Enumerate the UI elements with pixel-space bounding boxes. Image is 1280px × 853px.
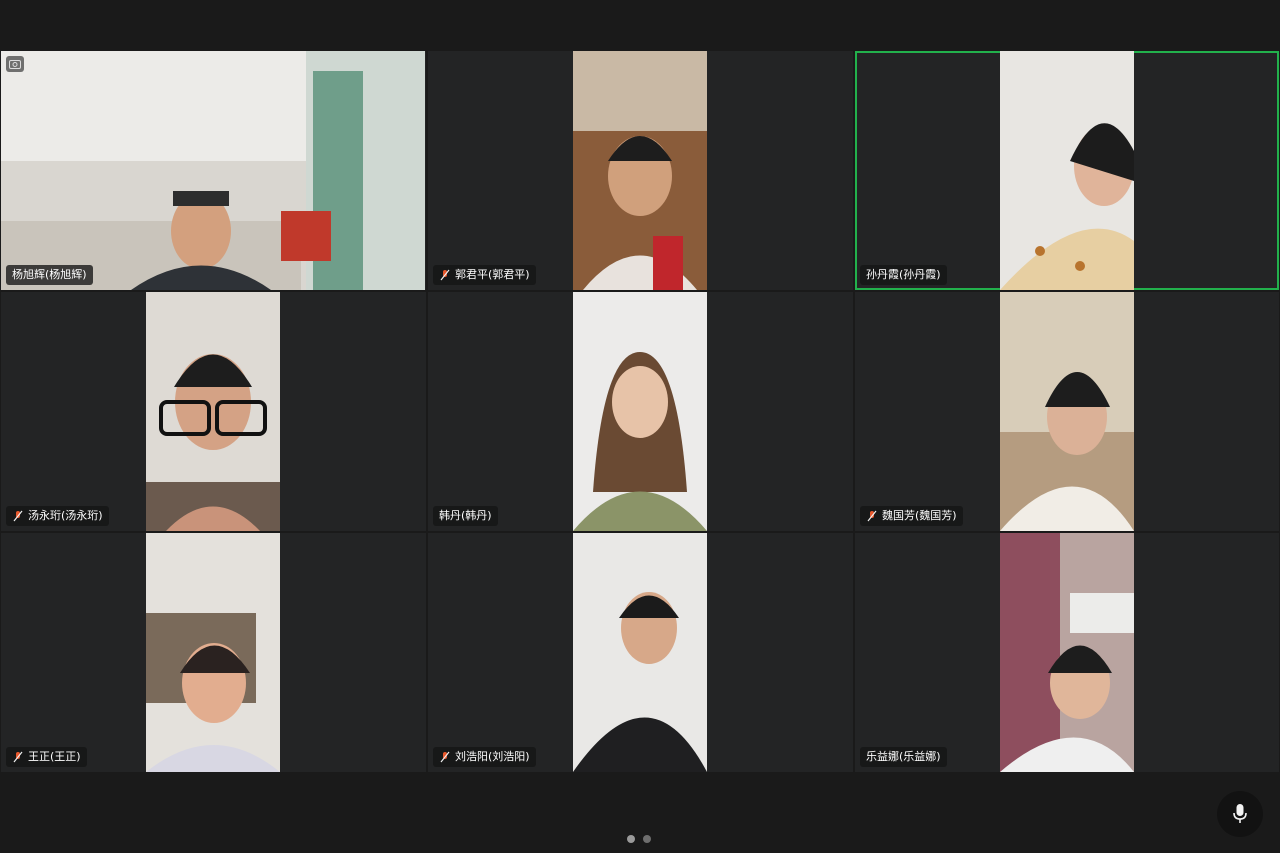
participant-tile[interactable]: 刘浩阳(刘浩阳) bbox=[428, 533, 853, 772]
participant-name-tag: 孙丹霞(孙丹霞) bbox=[860, 265, 947, 285]
video-feed bbox=[1000, 533, 1134, 772]
video-feed bbox=[146, 533, 280, 772]
person-feed bbox=[1000, 292, 1134, 531]
participant-name: 杨旭辉(杨旭辉) bbox=[12, 268, 87, 281]
video-feed bbox=[573, 292, 707, 531]
participant-tile[interactable]: 王正(王正) bbox=[1, 533, 426, 772]
video-feed bbox=[146, 292, 280, 531]
participant-tile-active-speaker[interactable]: 孙丹霞(孙丹霞) bbox=[855, 51, 1279, 290]
video-feed bbox=[573, 51, 707, 290]
participant-tile[interactable]: 汤永珩(汤永珩) bbox=[1, 292, 426, 531]
video-feed bbox=[573, 533, 707, 772]
participant-tile[interactable]: 杨旭辉(杨旭辉) bbox=[1, 51, 426, 290]
participant-name: 郭君平(郭君平) bbox=[455, 268, 530, 281]
participant-name-tag: 杨旭辉(杨旭辉) bbox=[6, 265, 93, 285]
mic-off-icon bbox=[867, 510, 877, 522]
participant-name-tag: 韩丹(韩丹) bbox=[433, 506, 498, 526]
microphone-icon bbox=[1233, 804, 1247, 823]
camera-switch-button[interactable] bbox=[6, 56, 24, 72]
person-feed bbox=[573, 51, 707, 290]
room-scene bbox=[1, 51, 425, 290]
meeting-window: 杨旭辉(杨旭辉) 郭君平(郭君平) 孙丹霞(孙丹霞) 汤永珩(汤永珩) 韩丹(韩… bbox=[0, 0, 1280, 853]
participant-name: 孙丹霞(孙丹霞) bbox=[866, 268, 941, 281]
participant-name: 韩丹(韩丹) bbox=[439, 509, 492, 522]
participant-name: 乐益娜(乐益娜) bbox=[866, 750, 941, 763]
page-indicator[interactable] bbox=[627, 835, 651, 843]
participant-name-tag: 魏国芳(魏国芳) bbox=[860, 506, 963, 526]
camera-switch-icon bbox=[9, 60, 21, 69]
person-feed bbox=[573, 533, 707, 772]
participant-name-tag: 郭君平(郭君平) bbox=[433, 265, 536, 285]
page-dot[interactable] bbox=[643, 835, 651, 843]
video-feed bbox=[1, 51, 426, 290]
participant-name-tag: 乐益娜(乐益娜) bbox=[860, 747, 947, 767]
page-dot-current[interactable] bbox=[627, 835, 635, 843]
person-feed bbox=[146, 533, 280, 772]
person-feed bbox=[1000, 533, 1134, 772]
participant-name-tag: 王正(王正) bbox=[6, 747, 87, 767]
participant-name-tag: 汤永珩(汤永珩) bbox=[6, 506, 109, 526]
participant-name: 魏国芳(魏国芳) bbox=[882, 509, 957, 522]
participant-tile[interactable]: 郭君平(郭君平) bbox=[428, 51, 853, 290]
participant-tile[interactable]: 乐益娜(乐益娜) bbox=[855, 533, 1279, 772]
video-feed bbox=[1000, 292, 1134, 531]
participant-name: 王正(王正) bbox=[28, 750, 81, 763]
participant-tile[interactable]: 魏国芳(魏国芳) bbox=[855, 292, 1279, 531]
participant-name: 汤永珩(汤永珩) bbox=[28, 509, 103, 522]
participant-name: 刘浩阳(刘浩阳) bbox=[455, 750, 530, 763]
person-feed bbox=[573, 292, 707, 531]
person-feed bbox=[146, 292, 280, 531]
participant-tile[interactable]: 韩丹(韩丹) bbox=[428, 292, 853, 531]
participant-name-tag: 刘浩阳(刘浩阳) bbox=[433, 747, 536, 767]
video-feed bbox=[1000, 51, 1134, 290]
mic-off-icon bbox=[440, 269, 450, 281]
mic-off-icon bbox=[13, 510, 23, 522]
mic-off-icon bbox=[440, 751, 450, 763]
person-feed bbox=[1000, 51, 1134, 290]
microphone-button[interactable] bbox=[1217, 791, 1263, 837]
video-grid: 杨旭辉(杨旭辉) 郭君平(郭君平) 孙丹霞(孙丹霞) 汤永珩(汤永珩) 韩丹(韩… bbox=[1, 51, 1279, 772]
mic-off-icon bbox=[13, 751, 23, 763]
